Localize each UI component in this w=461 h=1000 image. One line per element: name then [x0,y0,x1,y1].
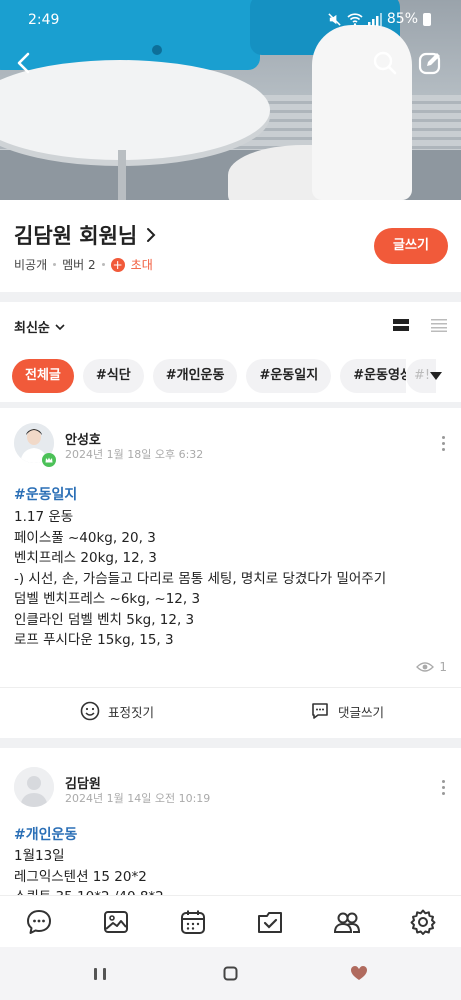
members-icon[interactable] [333,908,361,936]
chip-personal-workout[interactable]: #개인운동 [152,359,238,393]
post-line: 인클라인 덤벨 벤치 5kg, 12, 3 [14,611,195,628]
status-icons: 85% [327,11,431,27]
post-line: 스쿼트 35 10*2 /40 8*2 [14,887,164,895]
more-options-icon[interactable] [440,780,446,800]
chip-workout-log[interactable]: #운동일지 [246,359,332,393]
chip-diet[interactable]: #식단 [82,359,144,393]
back-nav-icon[interactable] [350,965,368,982]
crown-badge-icon [42,453,56,467]
settings-icon[interactable] [409,908,437,936]
comment-label: 댓글쓰기 [338,704,385,720]
post-date: 2024년 1월 14일 오전 10:19 [65,792,211,805]
chip-all[interactable]: 전체글 [12,359,74,393]
post-line: 1월13일 [14,848,65,864]
card-view-icon[interactable] [393,318,409,332]
invite-link[interactable]: 초대 [131,256,153,273]
write-button[interactable]: 글쓰기 [374,228,448,264]
chevron-right-icon [147,228,156,242]
visibility-label: 비공개 [14,258,48,272]
battery-percent: 85% [386,11,418,27]
post-line: 로프 푸시다운 15kg, 15, 3 [14,632,174,648]
post-line: 벤치프레스 20kg, 12, 3 [14,550,157,566]
view-count: 1 [416,660,447,674]
post-line: -) 시선, 손, 가슴들고 다리로 몸통 세팅, 명치로 당겼다가 밀어주기 [14,570,387,587]
avatar[interactable] [14,767,54,807]
view-count-value: 1 [439,660,447,674]
separator-dot [53,263,57,266]
cover-cushion-button [152,45,162,55]
post-tag[interactable]: #개인운동 [14,824,77,844]
list-view-icon[interactable] [431,318,447,332]
back-icon[interactable] [10,48,40,78]
status-time: 2:49 [28,12,60,28]
mute-icon [328,12,341,26]
calendar-icon[interactable] [179,908,207,936]
invite-plus-icon[interactable]: + [110,257,125,272]
separator-dot [101,263,105,266]
chat-icon[interactable] [25,908,53,936]
search-icon[interactable] [370,48,400,78]
react-button[interactable]: 표정짓기 [80,701,154,721]
edit-icon[interactable] [415,48,445,78]
sort-label: 최신순 [14,321,50,336]
cover-table-leg [118,150,126,200]
post-body: 1월13일 레그익스텐션 15 20*2 스쿼트 35 10*2 /40 8*2 [14,846,164,895]
bottom-nav [0,895,461,947]
recent-apps-icon[interactable] [92,966,108,982]
post-line: 페이스풀 ~40kg, 20, 3 [14,529,156,546]
group-name: 김담원 회원님 [14,224,138,248]
group-meta: 비공개 멤버 2 + 초대 [14,256,153,273]
comment-icon [312,703,328,719]
post-card: 김담원 2024년 1월 14일 오전 10:19 #개인운동 1월13일 레그… [0,748,461,895]
battery-icon [423,12,431,26]
divider [0,687,461,688]
filter-bar: 최신순 전체글 #식단 #개인운동 #운동일지 #운동영상 #! [0,302,461,402]
eye-icon [416,662,435,672]
group-title[interactable]: 김담원 회원님 [14,220,157,250]
group-header: 김담원 회원님 비공개 멤버 2 + 초대 글쓰기 [0,200,461,292]
more-options-icon[interactable] [440,436,446,456]
post-body: 1.17 운동 페이스풀 ~40kg, 20, 3 벤치프레스 20kg, 12… [14,507,386,651]
system-nav-bar [0,947,461,1000]
category-chips: 전체글 #식단 #개인운동 #운동일지 #운동영상 [12,359,425,393]
post-date: 2024년 1월 18일 오후 6:32 [65,448,204,461]
smile-icon [80,701,100,721]
signal-icon [367,12,382,26]
todo-icon[interactable] [256,908,284,936]
default-avatar-icon [14,767,54,807]
post-tag[interactable]: #운동일지 [14,484,77,504]
status-bar: 2:49 85% [0,0,461,40]
post-card: 안성호 2024년 1월 18일 오후 6:32 #운동일지 1.17 운동 페… [0,408,461,738]
photo-icon[interactable] [102,908,130,936]
home-icon[interactable] [222,965,239,982]
view-toggle [393,318,447,332]
member-count[interactable]: 멤버 2 [62,256,96,273]
react-label: 표정짓기 [108,704,155,720]
post-line: 1.17 운동 [14,509,74,525]
post-line: 레그익스텐션 15 20*2 [14,868,147,885]
more-chips-arrow-icon[interactable] [430,372,442,380]
comment-button[interactable]: 댓글쓰기 [310,701,384,721]
wifi-icon [347,13,363,26]
sort-dropdown[interactable]: 최신순 [14,317,66,336]
chevron-down-icon [55,323,65,330]
post-line: 덤벨 벤치프레스 ~6kg, ~12, 3 [14,591,201,607]
